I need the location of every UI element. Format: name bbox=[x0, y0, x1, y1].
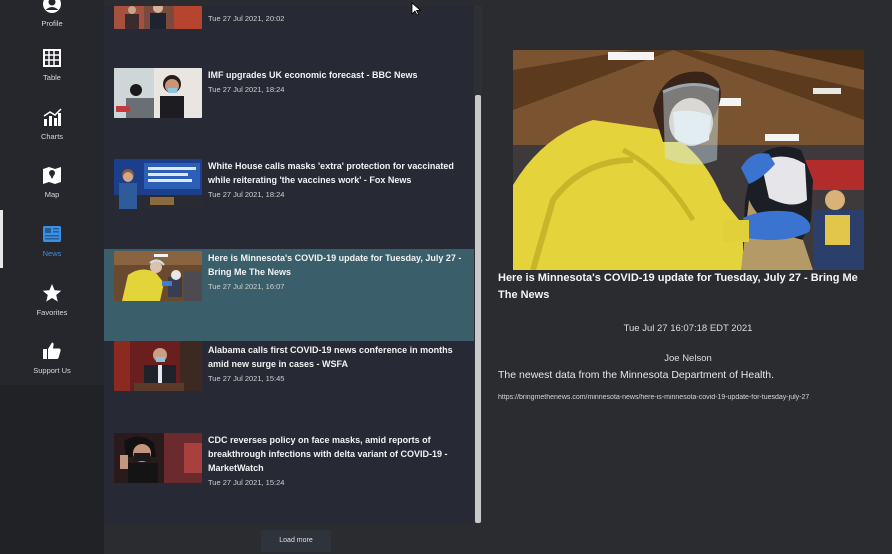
news-detail-link[interactable]: https://bringmethenews.com/minnesota-new… bbox=[498, 394, 888, 401]
news-date: Tue 27 Jul 2021, 18:24 bbox=[208, 190, 285, 199]
news-date: Tue 27 Jul 2021, 16:07 bbox=[208, 282, 285, 291]
news-thumbnail bbox=[114, 6, 202, 29]
news-title: Alabama calls first COVID-19 news confer… bbox=[208, 345, 453, 369]
news-icon bbox=[43, 226, 61, 242]
profile-icon bbox=[43, 0, 61, 13]
news-title: CDC reverses policy on face masks, amid … bbox=[208, 435, 448, 473]
sidebar-item-label: Table bbox=[43, 73, 61, 82]
news-title: White House calls masks 'extra' protecti… bbox=[208, 161, 454, 185]
sidebar-item-charts[interactable]: Charts bbox=[0, 99, 104, 157]
sidebar: Profile Table Charts Map News Favorites … bbox=[0, 0, 104, 554]
news-scrollbar-thumb[interactable] bbox=[475, 95, 481, 523]
news-date: Tue 27 Jul 2021, 15:45 bbox=[208, 374, 285, 383]
news-item[interactable]: IMF upgrades UK economic forecast - BBC … bbox=[104, 43, 474, 135]
sidebar-item-label: Favorites bbox=[36, 308, 68, 317]
news-detail-title: Here is Minnesota's COVID-19 update for … bbox=[498, 272, 858, 301]
load-more-button[interactable]: Load more bbox=[261, 530, 331, 552]
sidebar-item-support-us[interactable]: Support Us bbox=[0, 333, 104, 391]
star-icon bbox=[42, 284, 62, 302]
news-detail-author: Joe Nelson bbox=[664, 353, 712, 364]
sidebar-item-label: Charts bbox=[40, 132, 64, 141]
mouse-cursor-icon bbox=[411, 2, 421, 16]
sidebar-item-profile[interactable]: Profile bbox=[0, 0, 104, 44]
sidebar-item-label: Support Us bbox=[33, 366, 71, 375]
news-detail-summary: The newest data from the Minnesota Depar… bbox=[498, 369, 775, 381]
news-title: Here is Minnesota's COVID-19 update for … bbox=[208, 253, 462, 277]
news-date: Tue 27 Jul 2021, 20:02 bbox=[208, 14, 285, 23]
map-icon bbox=[43, 167, 61, 184]
sidebar-item-news[interactable]: News bbox=[0, 216, 104, 274]
thumbs-up-icon bbox=[43, 342, 61, 359]
news-detail-panel: Here is Minnesota's COVID-19 update for … bbox=[484, 0, 892, 554]
charts-icon bbox=[43, 108, 62, 126]
sidebar-item-map[interactable]: Map bbox=[0, 157, 104, 215]
news-thumbnail bbox=[114, 159, 202, 209]
news-item[interactable]: CDC reverses policy on face masks, amid … bbox=[104, 433, 474, 523]
sidebar-item-label: Profile bbox=[41, 19, 63, 28]
app-window: Profile Table Charts Map News Favorites … bbox=[0, 0, 892, 554]
news-item-selected[interactable]: Here is Minnesota's COVID-19 update for … bbox=[104, 249, 474, 341]
sidebar-item-label: Map bbox=[44, 190, 60, 199]
news-detail-date: Tue Jul 27 16:07:18 EDT 2021 bbox=[623, 323, 753, 334]
news-list[interactable]: Tue 27 Jul 2021, 20:02 IMF upgrades UK e… bbox=[104, 6, 474, 523]
news-detail-image bbox=[513, 50, 864, 270]
news-thumbnail bbox=[114, 251, 202, 301]
news-date: Tue 27 Jul 2021, 15:24 bbox=[208, 478, 285, 487]
news-thumbnail bbox=[114, 433, 202, 483]
sidebar-item-table[interactable]: Table bbox=[0, 40, 104, 98]
news-title: IMF upgrades UK economic forecast - BBC … bbox=[208, 70, 418, 80]
news-item[interactable]: White House calls masks 'extra' protecti… bbox=[104, 135, 474, 227]
news-date: Tue 27 Jul 2021, 18:24 bbox=[208, 85, 285, 94]
news-item[interactable]: Alabama calls first COVID-19 news confer… bbox=[104, 341, 474, 433]
table-icon bbox=[43, 49, 61, 67]
sidebar-item-favorites[interactable]: Favorites bbox=[0, 275, 104, 333]
news-thumbnail bbox=[114, 68, 202, 118]
sidebar-item-label: News bbox=[42, 249, 62, 258]
news-thumbnail bbox=[114, 341, 202, 391]
